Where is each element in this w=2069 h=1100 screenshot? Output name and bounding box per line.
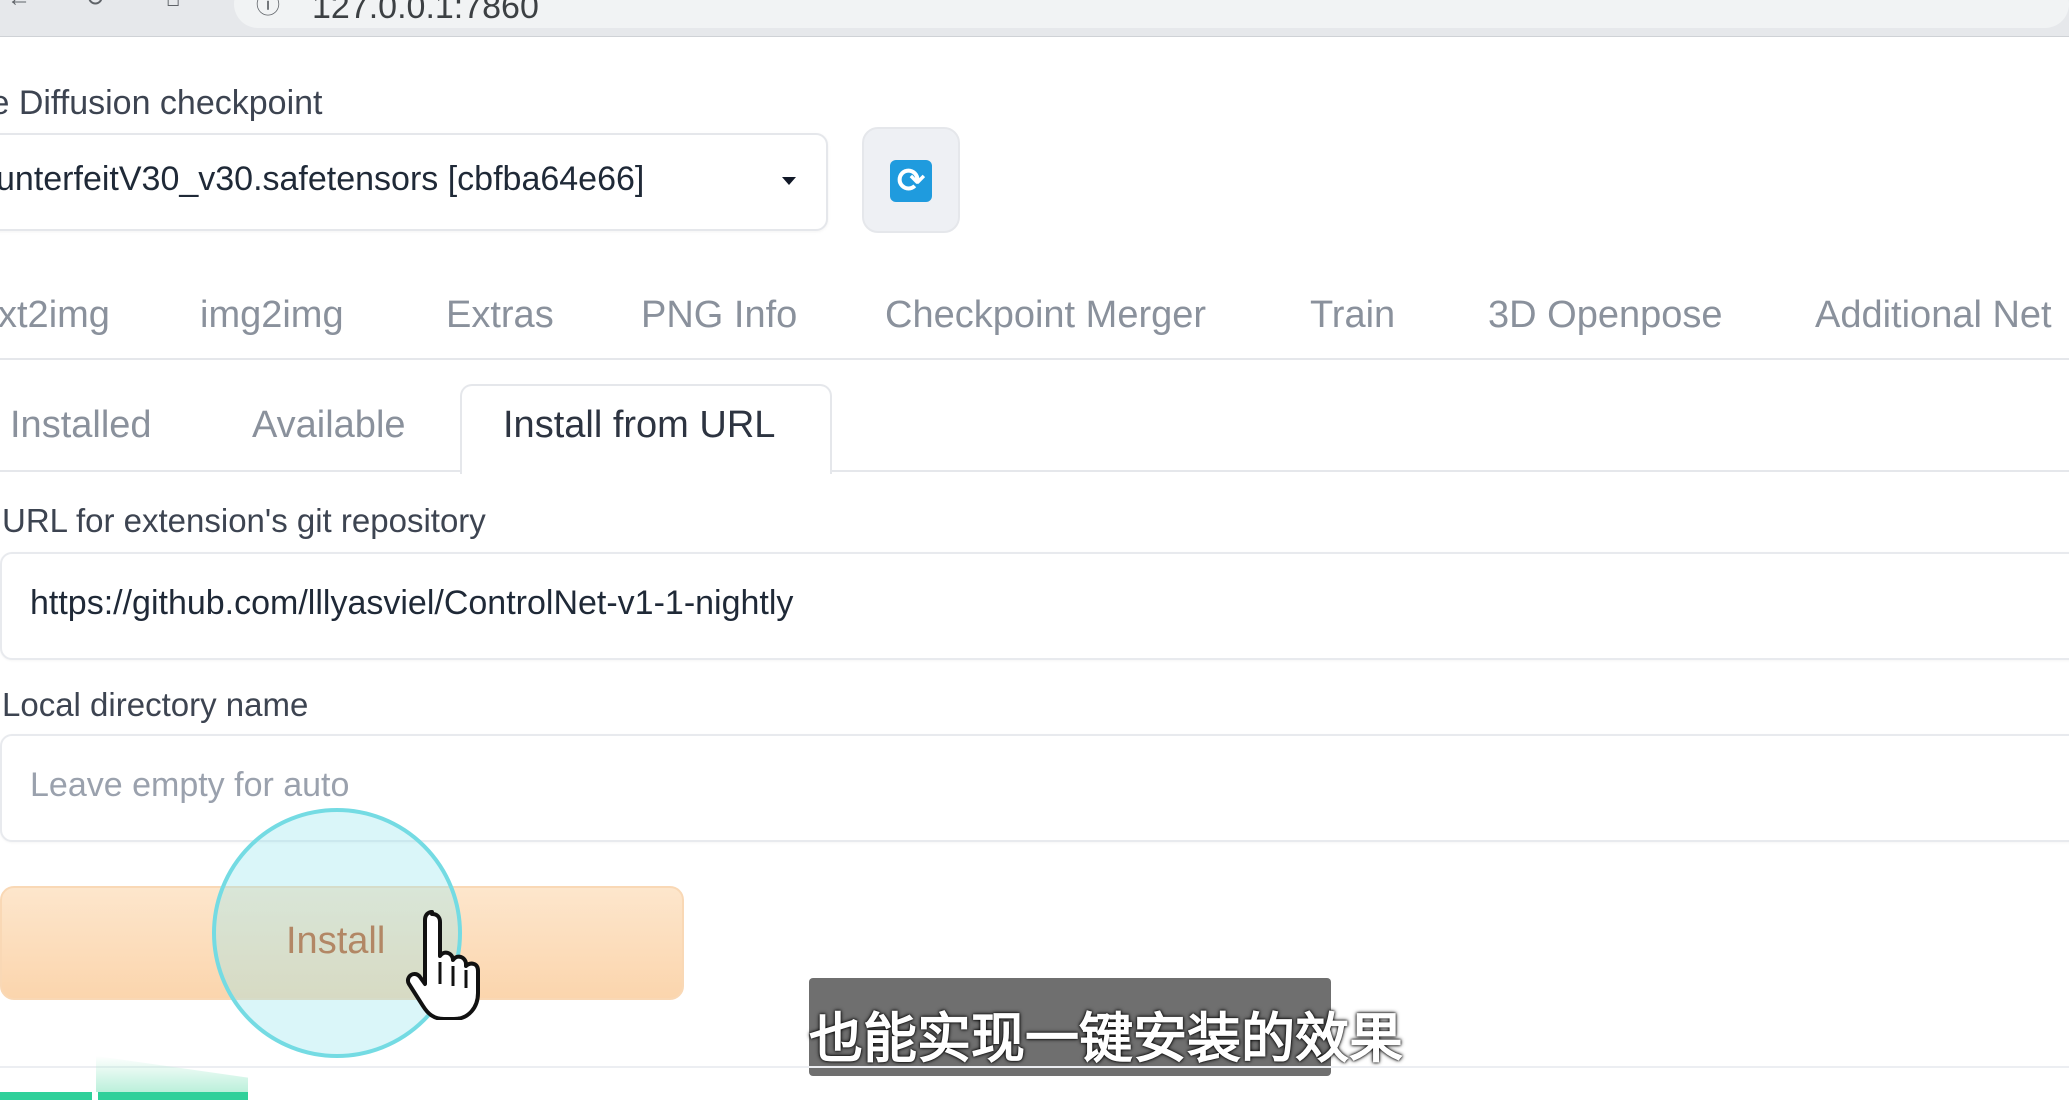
checkpoint-label: ble Diffusion checkpoint <box>0 84 323 122</box>
hand-cursor-icon <box>405 910 480 1020</box>
tab-additional-networks[interactable]: Additional Net <box>1815 294 2052 337</box>
address-bar[interactable]: ⓘ 127.0.0.1:7860 <box>234 0 2069 28</box>
tab-extras[interactable]: Extras <box>446 294 554 337</box>
directory-field-label: Local directory name <box>2 686 309 723</box>
progress-bar-segment <box>98 1092 248 1100</box>
checkpoint-dropdown[interactable]: unterfeitV30_v30.safetensors [cbfba64e66… <box>0 133 828 231</box>
tab-img2img[interactable]: img2img <box>200 294 344 337</box>
bottom-divider <box>0 1066 2069 1068</box>
local-directory-placeholder: Leave empty for auto <box>30 766 350 804</box>
tab-3d-openpose[interactable]: 3D Openpose <box>1488 294 1723 337</box>
back-arrow-icon[interactable]: ← <box>6 0 32 12</box>
address-text: 127.0.0.1:7860 <box>312 0 539 26</box>
browser-toolbar: ← ↻ ⌂ ⓘ 127.0.0.1:7860 <box>0 0 2069 37</box>
reload-icon[interactable]: ↻ <box>82 0 108 12</box>
tab-install-from-url[interactable]: Install from URL <box>503 404 775 447</box>
tab-installed[interactable]: Installed <box>10 404 152 447</box>
repository-url-input[interactable]: https://github.com/lllyasviel/ControlNet… <box>0 552 2069 660</box>
site-info-icon[interactable]: ⓘ <box>256 0 284 20</box>
tab-train[interactable]: Train <box>1310 294 1395 337</box>
page: ← ↻ ⌂ ⓘ 127.0.0.1:7860 ble Diffusion che… <box>0 0 2069 1100</box>
progress-glow <box>96 1056 248 1092</box>
extension-tabs: Installed Available Install from URL <box>0 384 2069 474</box>
refresh-checkpoint-button[interactable]: ⟳ <box>862 127 960 233</box>
refresh-icon: ⟳ <box>890 160 932 202</box>
main-tabs: xt2img img2img Extras PNG Info Checkpoin… <box>0 280 2069 360</box>
checkpoint-selected-value: unterfeitV30_v30.safetensors [cbfba64e66… <box>0 160 645 198</box>
subtitle-text: 也能实现一键安装的效果 <box>809 1007 1403 1070</box>
home-icon[interactable]: ⌂ <box>160 0 186 12</box>
chevron-down-icon <box>782 177 796 185</box>
tab-checkpoint-merger[interactable]: Checkpoint Merger <box>885 294 1206 337</box>
tab-available[interactable]: Available <box>252 404 406 447</box>
url-field-label: URL for extension's git repository <box>2 502 486 539</box>
tab-txt2img[interactable]: xt2img <box>0 294 110 337</box>
tab-png-info[interactable]: PNG Info <box>641 294 797 337</box>
repository-url-value: https://github.com/lllyasviel/ControlNet… <box>30 584 794 622</box>
video-subtitle: 也能实现一键安装的效果 <box>809 978 1403 1076</box>
progress-bar-segment <box>0 1092 92 1100</box>
